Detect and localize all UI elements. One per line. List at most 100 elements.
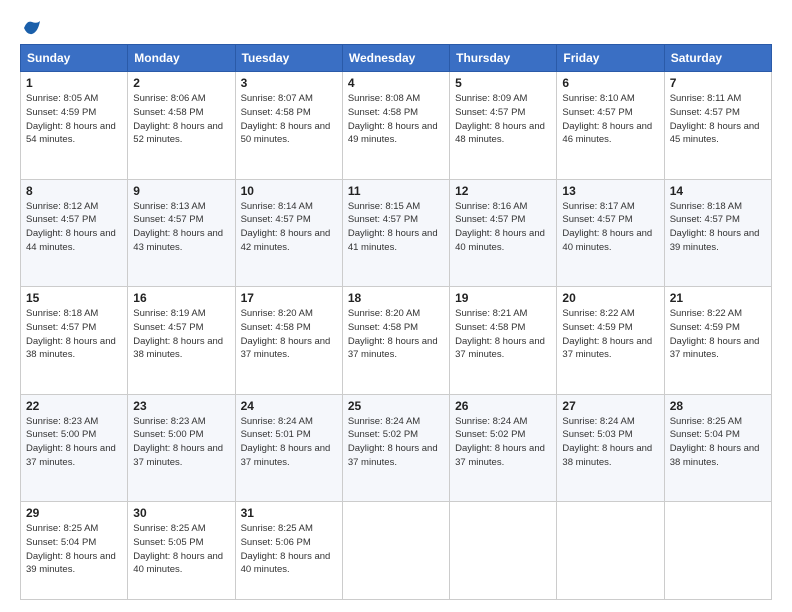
day-number: 10 <box>241 184 337 198</box>
day-number: 21 <box>670 291 766 305</box>
calendar-day-cell: 25 Sunrise: 8:24 AM Sunset: 5:02 PM Dayl… <box>342 394 449 502</box>
day-info: Sunrise: 8:18 AM Sunset: 4:57 PM Dayligh… <box>26 307 122 362</box>
sunset-label: Sunset: 4:58 PM <box>241 107 311 118</box>
sunrise-label: Sunrise: 8:17 AM <box>562 201 634 212</box>
sunrise-label: Sunrise: 8:10 AM <box>562 93 634 104</box>
sunrise-label: Sunrise: 8:18 AM <box>670 201 742 212</box>
logo-icon <box>22 18 42 38</box>
day-info: Sunrise: 8:20 AM Sunset: 4:58 PM Dayligh… <box>348 307 444 362</box>
day-number: 18 <box>348 291 444 305</box>
sunset-label: Sunset: 4:57 PM <box>670 214 740 225</box>
day-number: 2 <box>133 76 229 90</box>
day-info: Sunrise: 8:25 AM Sunset: 5:04 PM Dayligh… <box>670 415 766 470</box>
calendar-day-cell <box>450 502 557 600</box>
day-number: 3 <box>241 76 337 90</box>
sunset-label: Sunset: 4:57 PM <box>348 214 418 225</box>
day-number: 5 <box>455 76 551 90</box>
sunset-label: Sunset: 4:57 PM <box>133 214 203 225</box>
daylight-label: Daylight: 8 hours and 39 minutes. <box>670 228 760 253</box>
sunrise-label: Sunrise: 8:22 AM <box>562 308 634 319</box>
sunrise-label: Sunrise: 8:24 AM <box>241 416 313 427</box>
sunset-label: Sunset: 4:58 PM <box>348 322 418 333</box>
calendar-day-cell: 20 Sunrise: 8:22 AM Sunset: 4:59 PM Dayl… <box>557 287 664 395</box>
daylight-label: Daylight: 8 hours and 37 minutes. <box>455 336 545 361</box>
day-number: 1 <box>26 76 122 90</box>
calendar-day-cell: 12 Sunrise: 8:16 AM Sunset: 4:57 PM Dayl… <box>450 179 557 287</box>
sunrise-label: Sunrise: 8:25 AM <box>133 523 205 534</box>
sunrise-label: Sunrise: 8:16 AM <box>455 201 527 212</box>
sunset-label: Sunset: 4:58 PM <box>348 107 418 118</box>
day-info: Sunrise: 8:21 AM Sunset: 4:58 PM Dayligh… <box>455 307 551 362</box>
daylight-label: Daylight: 8 hours and 52 minutes. <box>133 121 223 146</box>
sunset-label: Sunset: 4:58 PM <box>455 322 525 333</box>
calendar-week-row: 29 Sunrise: 8:25 AM Sunset: 5:04 PM Dayl… <box>21 502 772 600</box>
day-info: Sunrise: 8:17 AM Sunset: 4:57 PM Dayligh… <box>562 200 658 255</box>
calendar-week-row: 8 Sunrise: 8:12 AM Sunset: 4:57 PM Dayli… <box>21 179 772 287</box>
day-number: 17 <box>241 291 337 305</box>
sunset-label: Sunset: 4:57 PM <box>455 214 525 225</box>
sunset-label: Sunset: 5:00 PM <box>133 429 203 440</box>
day-number: 22 <box>26 399 122 413</box>
day-info: Sunrise: 8:19 AM Sunset: 4:57 PM Dayligh… <box>133 307 229 362</box>
calendar-day-cell: 27 Sunrise: 8:24 AM Sunset: 5:03 PM Dayl… <box>557 394 664 502</box>
sunset-label: Sunset: 4:57 PM <box>133 322 203 333</box>
calendar-day-cell: 7 Sunrise: 8:11 AM Sunset: 4:57 PM Dayli… <box>664 72 771 180</box>
sunrise-label: Sunrise: 8:19 AM <box>133 308 205 319</box>
calendar-day-cell: 9 Sunrise: 8:13 AM Sunset: 4:57 PM Dayli… <box>128 179 235 287</box>
day-info: Sunrise: 8:23 AM Sunset: 5:00 PM Dayligh… <box>26 415 122 470</box>
calendar-day-cell: 16 Sunrise: 8:19 AM Sunset: 4:57 PM Dayl… <box>128 287 235 395</box>
calendar-day-cell: 22 Sunrise: 8:23 AM Sunset: 5:00 PM Dayl… <box>21 394 128 502</box>
sunset-label: Sunset: 4:57 PM <box>562 107 632 118</box>
daylight-label: Daylight: 8 hours and 38 minutes. <box>562 443 652 468</box>
calendar-day-cell: 24 Sunrise: 8:24 AM Sunset: 5:01 PM Dayl… <box>235 394 342 502</box>
sunrise-label: Sunrise: 8:11 AM <box>670 93 742 104</box>
calendar-day-cell: 29 Sunrise: 8:25 AM Sunset: 5:04 PM Dayl… <box>21 502 128 600</box>
sunrise-label: Sunrise: 8:24 AM <box>348 416 420 427</box>
logo-text <box>20 18 42 38</box>
calendar-day-cell: 1 Sunrise: 8:05 AM Sunset: 4:59 PM Dayli… <box>21 72 128 180</box>
day-info: Sunrise: 8:18 AM Sunset: 4:57 PM Dayligh… <box>670 200 766 255</box>
day-info: Sunrise: 8:16 AM Sunset: 4:57 PM Dayligh… <box>455 200 551 255</box>
daylight-label: Daylight: 8 hours and 44 minutes. <box>26 228 116 253</box>
calendar-day-cell: 5 Sunrise: 8:09 AM Sunset: 4:57 PM Dayli… <box>450 72 557 180</box>
sunrise-label: Sunrise: 8:14 AM <box>241 201 313 212</box>
calendar-day-cell: 14 Sunrise: 8:18 AM Sunset: 4:57 PM Dayl… <box>664 179 771 287</box>
sunset-label: Sunset: 5:05 PM <box>133 537 203 548</box>
sunset-label: Sunset: 4:58 PM <box>241 322 311 333</box>
weekday-header: Tuesday <box>235 45 342 72</box>
weekday-header: Friday <box>557 45 664 72</box>
day-number: 11 <box>348 184 444 198</box>
sunrise-label: Sunrise: 8:20 AM <box>348 308 420 319</box>
calendar-day-cell: 8 Sunrise: 8:12 AM Sunset: 4:57 PM Dayli… <box>21 179 128 287</box>
calendar-page: SundayMondayTuesdayWednesdayThursdayFrid… <box>0 0 792 612</box>
sunrise-label: Sunrise: 8:24 AM <box>562 416 634 427</box>
calendar-week-row: 22 Sunrise: 8:23 AM Sunset: 5:00 PM Dayl… <box>21 394 772 502</box>
header <box>20 18 772 34</box>
sunset-label: Sunset: 5:01 PM <box>241 429 311 440</box>
sunrise-label: Sunrise: 8:08 AM <box>348 93 420 104</box>
calendar-day-cell: 11 Sunrise: 8:15 AM Sunset: 4:57 PM Dayl… <box>342 179 449 287</box>
sunrise-label: Sunrise: 8:07 AM <box>241 93 313 104</box>
day-info: Sunrise: 8:23 AM Sunset: 5:00 PM Dayligh… <box>133 415 229 470</box>
sunset-label: Sunset: 4:59 PM <box>26 107 96 118</box>
daylight-label: Daylight: 8 hours and 37 minutes. <box>562 336 652 361</box>
daylight-label: Daylight: 8 hours and 54 minutes. <box>26 121 116 146</box>
calendar-day-cell: 15 Sunrise: 8:18 AM Sunset: 4:57 PM Dayl… <box>21 287 128 395</box>
sunrise-label: Sunrise: 8:13 AM <box>133 201 205 212</box>
day-info: Sunrise: 8:24 AM Sunset: 5:03 PM Dayligh… <box>562 415 658 470</box>
day-number: 8 <box>26 184 122 198</box>
daylight-label: Daylight: 8 hours and 42 minutes. <box>241 228 331 253</box>
day-info: Sunrise: 8:08 AM Sunset: 4:58 PM Dayligh… <box>348 92 444 147</box>
day-number: 29 <box>26 506 122 520</box>
day-number: 30 <box>133 506 229 520</box>
day-info: Sunrise: 8:20 AM Sunset: 4:58 PM Dayligh… <box>241 307 337 362</box>
sunrise-label: Sunrise: 8:25 AM <box>26 523 98 534</box>
daylight-label: Daylight: 8 hours and 48 minutes. <box>455 121 545 146</box>
daylight-label: Daylight: 8 hours and 40 minutes. <box>133 551 223 576</box>
calendar-week-row: 15 Sunrise: 8:18 AM Sunset: 4:57 PM Dayl… <box>21 287 772 395</box>
daylight-label: Daylight: 8 hours and 50 minutes. <box>241 121 331 146</box>
day-info: Sunrise: 8:24 AM Sunset: 5:01 PM Dayligh… <box>241 415 337 470</box>
daylight-label: Daylight: 8 hours and 37 minutes. <box>455 443 545 468</box>
day-number: 14 <box>670 184 766 198</box>
day-info: Sunrise: 8:15 AM Sunset: 4:57 PM Dayligh… <box>348 200 444 255</box>
